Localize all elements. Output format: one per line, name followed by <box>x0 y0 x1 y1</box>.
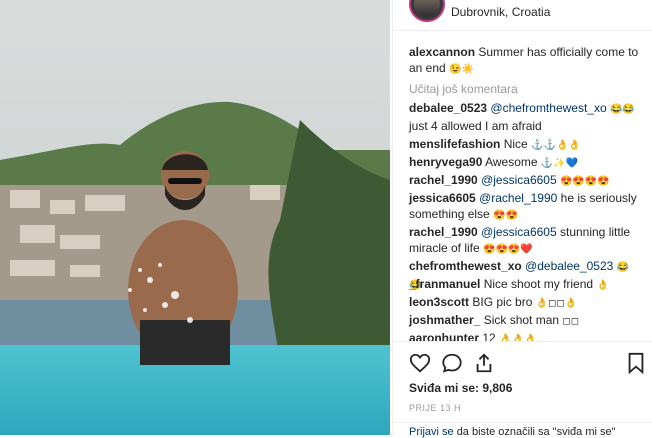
post-header: Dubrovnik, Croatia <box>393 0 652 31</box>
comment-emoji: 😂😂 <box>609 104 635 115</box>
post-timestamp[interactable]: PRIJE 13 H <box>409 403 461 413</box>
comment-item: jessica6605 @rachel_1990 he is seriously… <box>409 190 641 224</box>
comment-item: rachel_1990 @jessica6605 😍😍😍😍 <box>409 172 641 190</box>
comment-username[interactable]: menslifefashion <box>409 137 500 151</box>
comment-text: just 4 allowed I am afraid <box>409 119 542 133</box>
comment-username[interactable]: joshmather_ <box>409 313 480 327</box>
comment-mention[interactable]: @chefromthewest_xo <box>490 101 606 115</box>
comment-text: BIG pic bro <box>472 295 533 309</box>
actions-bar: Sviđa mi se: 9,806 PRIJE 13 H Prijavi se… <box>393 341 652 438</box>
post-sidebar: Dubrovnik, Croatia alexcannon Summer has… <box>392 0 652 438</box>
comment-username[interactable]: henryvega90 <box>409 155 482 169</box>
comment-emoji: ⚓✨💙 <box>540 158 579 169</box>
post-image[interactable] <box>0 0 390 435</box>
login-text: da biste označili sa "sviđa mi se" <box>456 426 616 438</box>
comments-list[interactable]: alexcannon Summer has officially come to… <box>393 36 652 341</box>
comment-item: rachel_1990 @jessica6605 stunning little… <box>409 224 641 258</box>
comment-mention[interactable]: @jessica6605 <box>481 225 557 239</box>
comment-item: debalee_0523 @chefromthewest_xo 😂😂 just … <box>409 100 641 134</box>
share-icon[interactable] <box>473 352 495 374</box>
bookmark-icon[interactable] <box>625 352 647 374</box>
login-link[interactable]: Prijavi se <box>409 426 454 438</box>
comment-emoji: 👌 <box>596 280 609 291</box>
comment-username[interactable]: rachel_1990 <box>409 173 478 187</box>
comment-text: Sick shot man <box>483 313 560 327</box>
comment-text: Nice <box>503 137 528 151</box>
comment-item: henryvega90 Awesome ⚓✨💙 <box>409 154 641 172</box>
comment-emoji: ◻◻ <box>562 316 580 327</box>
comment-emoji: 😍😍😍❤️ <box>483 244 533 255</box>
comment-username[interactable]: aaronhunter <box>409 331 479 341</box>
caption: alexcannon Summer has officially come to… <box>409 44 641 78</box>
comment-emoji: 😍😍 <box>493 210 518 221</box>
load-more-comments[interactable]: Učitaj još komentara <box>409 82 518 96</box>
comment-text: 12 <box>482 331 496 341</box>
comment-emoji: ⚓⚓👌👌 <box>531 140 581 151</box>
comment-item: joshmather_ Sick shot man ◻◻ <box>409 312 641 330</box>
comment-item: leon3scott BIG pic bro 👌◻◻👌 <box>409 294 641 312</box>
comment-item: menslifefashion Nice ⚓⚓👌👌 <box>409 136 641 154</box>
location-link[interactable]: Dubrovnik, Croatia <box>451 5 550 19</box>
comment-emoji: 👌👌👌 <box>499 334 537 341</box>
caption-username[interactable]: alexcannon <box>409 45 475 59</box>
comment-username[interactable]: chefromthewest_xo <box>409 259 522 273</box>
comment-mention[interactable]: @debalee_0523 <box>525 259 613 273</box>
photo-scene <box>0 0 390 435</box>
comment-text: Awesome <box>485 155 538 169</box>
likes-count[interactable]: Sviđa mi se: 9,806 <box>409 381 512 395</box>
comment-username[interactable]: _franmanuel <box>409 277 480 291</box>
comment-username[interactable]: jessica6605 <box>409 191 476 205</box>
comment-emoji: 😍😍😍😍 <box>559 176 610 187</box>
avatar[interactable] <box>409 0 445 22</box>
comment-item: aaronhunter 12 👌👌👌 <box>409 330 641 341</box>
comment-icon[interactable] <box>441 352 463 374</box>
comment-mention[interactable]: @jessica6605 <box>481 173 557 187</box>
comment-username[interactable]: debalee_0523 <box>409 101 487 115</box>
heart-icon[interactable] <box>409 352 431 374</box>
comment-text: Nice shoot my friend <box>483 277 594 291</box>
comment-item: _franmanuel Nice shoot my friend 👌 <box>409 276 641 294</box>
comment-username[interactable]: rachel_1990 <box>409 225 478 239</box>
caption-emoji: 😉☀️ <box>449 64 474 75</box>
comment-mention[interactable]: @rachel_1990 <box>479 191 557 205</box>
comment-username[interactable]: leon3scott <box>409 295 469 309</box>
comment-emoji: 👌◻◻👌 <box>535 298 578 309</box>
